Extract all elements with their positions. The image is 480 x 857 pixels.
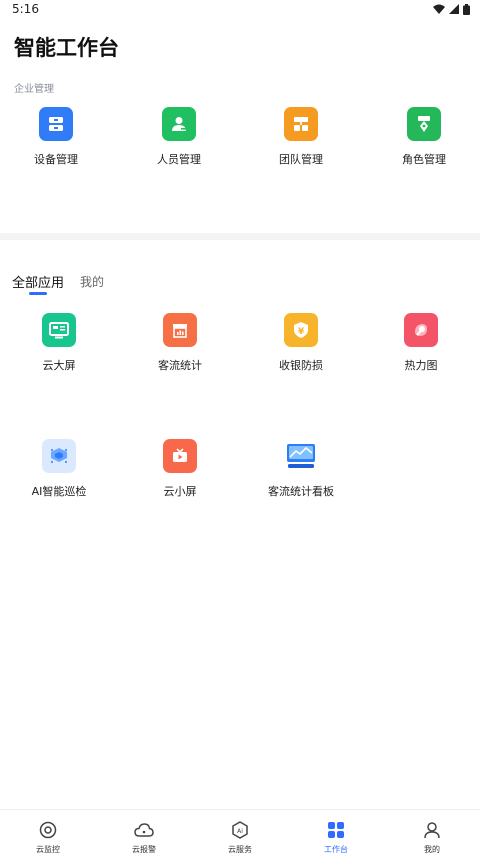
battery-icon bbox=[463, 3, 470, 15]
big-screen-icon bbox=[42, 313, 76, 347]
store-stats-icon bbox=[163, 313, 197, 347]
wifi-icon bbox=[433, 4, 445, 14]
team-management-label: 团队管理 bbox=[279, 153, 323, 166]
ai-inspection-app[interactable]: AI智能巡检 bbox=[4, 439, 114, 509]
cashier-icon: ¥ bbox=[284, 313, 318, 347]
tab-mine[interactable]: 我的 bbox=[80, 270, 104, 300]
cloud-alarm-icon bbox=[134, 820, 154, 840]
tab-all-apps[interactable]: 全部应用 bbox=[12, 270, 64, 300]
team-icon bbox=[284, 107, 318, 141]
nav-workbench-label: 工作台 bbox=[324, 845, 348, 854]
role-management-label: 角色管理 bbox=[402, 153, 446, 166]
team-management-item[interactable]: 团队管理 bbox=[246, 107, 356, 177]
nav-service[interactable]: Ai 云服务 bbox=[192, 820, 288, 855]
profile-icon bbox=[422, 820, 442, 840]
ai-inspection-icon bbox=[42, 439, 76, 473]
cashier-label: 收银防损 bbox=[279, 359, 323, 372]
svg-text:Ai: Ai bbox=[237, 828, 243, 835]
role-management-item[interactable]: 角色管理 bbox=[369, 107, 479, 177]
status-time: 5:16 bbox=[12, 2, 39, 16]
store-stats-app[interactable]: 客流统计 bbox=[125, 313, 235, 383]
big-screen-label: 云大屏 bbox=[42, 359, 76, 372]
person-management-item[interactable]: 人员管理 bbox=[124, 107, 234, 177]
status-bar: 5:16 bbox=[0, 0, 480, 18]
role-icon bbox=[407, 107, 441, 141]
ai-inspection-label: AI智能巡检 bbox=[31, 485, 87, 498]
person-management-label: 人员管理 bbox=[157, 153, 201, 166]
dashboard-icon bbox=[284, 439, 318, 473]
nav-workbench[interactable]: 工作台 bbox=[288, 820, 384, 855]
ai-service-icon: Ai bbox=[230, 820, 250, 840]
big-screen-app[interactable]: 云大屏 bbox=[4, 313, 114, 383]
bottom-nav: 云监控 云报警 Ai 云服务 工作台 我的 bbox=[0, 809, 480, 857]
monitor-icon bbox=[38, 820, 58, 840]
nav-monitor[interactable]: 云监控 bbox=[0, 820, 96, 855]
active-tab-indicator bbox=[29, 292, 47, 295]
apps-grid-row-2: AI智能巡检 云小屏 客流统计看板 bbox=[0, 439, 480, 509]
signal-icon bbox=[449, 4, 459, 14]
svg-text:¥: ¥ bbox=[298, 327, 305, 337]
nav-profile[interactable]: 我的 bbox=[384, 820, 480, 855]
device-management-label: 设备管理 bbox=[34, 153, 78, 166]
apps-grid-row-1: 云大屏 客流统计 ¥ 收银防损 热力图 bbox=[0, 313, 480, 383]
section-divider bbox=[0, 233, 480, 240]
nav-alarm[interactable]: 云报警 bbox=[96, 820, 192, 855]
device-icon bbox=[39, 107, 73, 141]
store-dashboard-app[interactable]: 客流统计看板 bbox=[246, 439, 356, 509]
heatmap-app[interactable]: 热力图 bbox=[366, 313, 476, 383]
nav-monitor-label: 云监控 bbox=[36, 845, 60, 854]
heatmap-icon bbox=[404, 313, 438, 347]
small-screen-label: 云小屏 bbox=[163, 485, 197, 498]
heatmap-label: 热力图 bbox=[404, 359, 438, 372]
workbench-icon bbox=[326, 820, 346, 840]
page-title: 智能工作台 bbox=[14, 36, 119, 60]
status-icons bbox=[433, 3, 470, 15]
cashier-app[interactable]: ¥ 收银防损 bbox=[246, 313, 356, 383]
nav-alarm-label: 云报警 bbox=[132, 845, 156, 854]
nav-profile-label: 我的 bbox=[424, 845, 440, 854]
small-screen-icon bbox=[163, 439, 197, 473]
device-management-item[interactable]: 设备管理 bbox=[1, 107, 111, 177]
enterprise-grid: 设备管理 人员管理 团队管理 角色管理 bbox=[0, 107, 480, 177]
enterprise-section-label: 企业管理 bbox=[14, 84, 54, 95]
person-icon bbox=[162, 107, 196, 141]
app-tabs: 全部应用 我的 bbox=[12, 270, 104, 300]
small-screen-app[interactable]: 云小屏 bbox=[125, 439, 235, 509]
nav-service-label: 云服务 bbox=[228, 845, 252, 854]
store-dashboard-label: 客流统计看板 bbox=[268, 485, 334, 498]
store-stats-label: 客流统计 bbox=[158, 359, 202, 372]
